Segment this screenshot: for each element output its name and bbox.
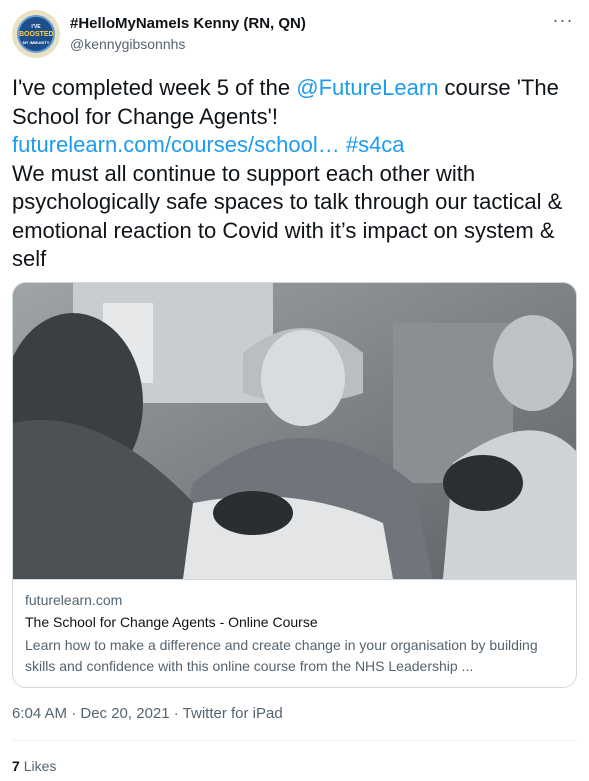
more-horizontal-icon[interactable]: ··· — [549, 10, 577, 34]
card-domain: futurelearn.com — [25, 592, 123, 608]
avatar[interactable]: I'VE BOOSTED MY IMMUNITY — [12, 10, 60, 58]
card-meta[interactable]: futurelearn.com The School for Change Ag… — [13, 579, 576, 687]
avatar-text-line3: MY IMMUNITY — [22, 40, 50, 45]
card-description: Learn how to make a difference and creat… — [25, 637, 538, 674]
author-display-name[interactable]: #HelloMyNameIs Kenny (RN, QN) — [70, 15, 306, 32]
tweet-link[interactable]: @FutureLearn — [296, 75, 438, 100]
tweet-text: I've completed week 5 of the @FutureLear… — [12, 74, 577, 274]
tweet-header: I'VE BOOSTED MY IMMUNITY #HelloMyNameIs … — [12, 8, 577, 58]
card-image[interactable] — [13, 283, 576, 579]
likes-count[interactable]: 7 Likes — [12, 758, 56, 774]
tweet-text-segment: I've completed week 5 of the — [12, 75, 297, 100]
tweet-link[interactable]: futurelearn.com/courses/school… — [12, 132, 340, 157]
link-preview-card[interactable]: futurelearn.com The School for Change Ag… — [12, 282, 577, 688]
likes-label: Likes — [23, 758, 57, 774]
tweet-timestamp[interactable]: 6:04 AM · Dec 20, 2021 · Twitter for iPa… — [12, 705, 283, 722]
divider — [12, 740, 577, 741]
avatar-text-line1: I'VE — [31, 24, 41, 30]
author-handle[interactable]: @kennygibsonnhs — [70, 36, 185, 52]
tweet-link[interactable]: #s4ca — [346, 132, 405, 157]
card-title: The School for Change Agents - Online Co… — [25, 614, 318, 630]
tweet-text-segment: We must all continue to support each oth… — [12, 160, 563, 272]
likes-number: 7 — [12, 758, 20, 774]
avatar-text-line2: BOOSTED — [19, 31, 54, 38]
avatar-badge: I'VE BOOSTED MY IMMUNITY — [17, 15, 55, 53]
hospital-scene-photo — [13, 283, 576, 579]
